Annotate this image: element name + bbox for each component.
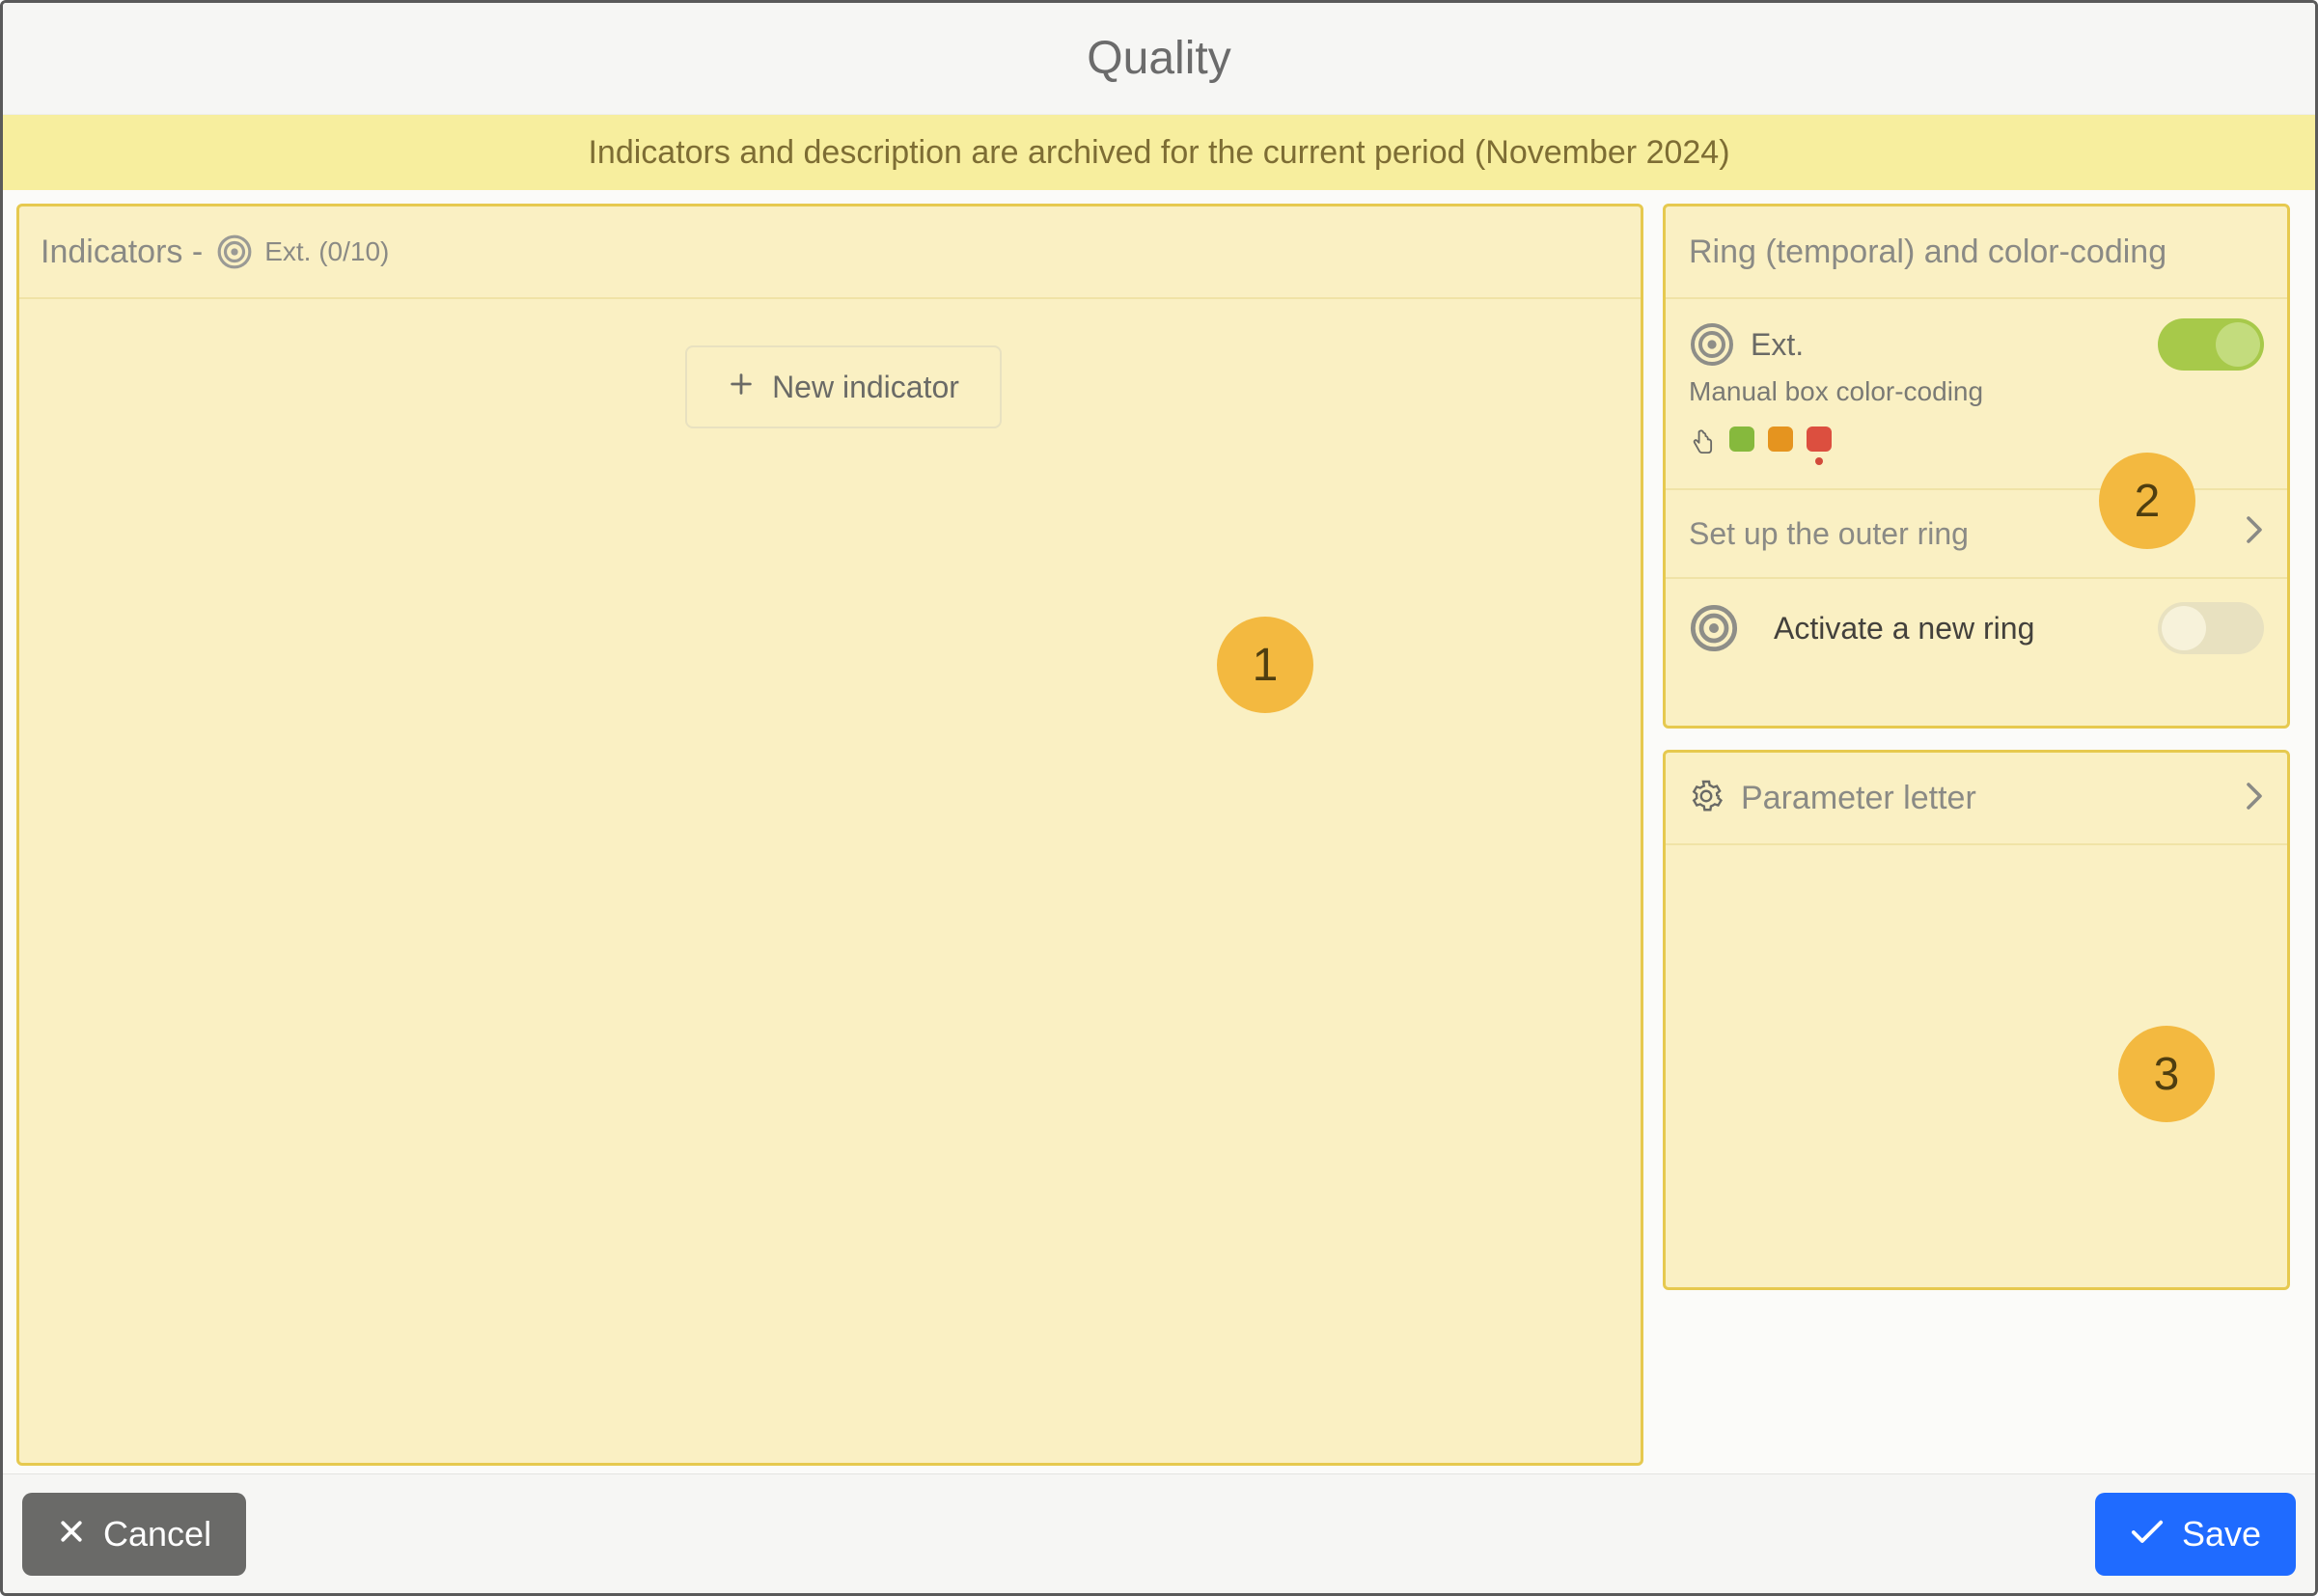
window-titlebar: Quality (3, 3, 2315, 115)
toggle-knob (2162, 606, 2206, 650)
callout-badge-2: 2 (2099, 453, 2195, 549)
archive-banner: Indicators and description are archived … (3, 115, 2315, 190)
ext-row-left: Ext. (1689, 321, 1804, 368)
new-indicator-label: New indicator (772, 370, 959, 405)
swatch-dot-selected (1815, 457, 1823, 465)
toggle-knob (2216, 322, 2260, 367)
indicators-panel: Indicators - Ext. (0/10) New indicator (16, 204, 1643, 1466)
callout-label: 1 (1253, 639, 1279, 692)
cancel-button[interactable]: Cancel (22, 1493, 246, 1576)
swatch-red (1807, 427, 1832, 452)
save-button[interactable]: Save (2095, 1493, 2296, 1576)
ring-panel: Ring (temporal) and color-coding Ext. Ma… (1663, 204, 2290, 729)
callout-badge-1: 1 (1217, 617, 1313, 713)
swatch-green (1729, 427, 1754, 452)
chevron-right-icon (2245, 782, 2264, 815)
archive-banner-text: Indicators and description are archived … (588, 134, 1729, 172)
new-indicator-button[interactable]: New indicator (685, 345, 1002, 428)
ring-panel-title: Ring (temporal) and color-coding (1689, 234, 2166, 271)
content-area: Indicators - Ext. (0/10) New indicator R… (3, 190, 2315, 1473)
swatch-red-wrap[interactable] (1807, 427, 1832, 465)
activate-ring-label: Activate a new ring (1774, 611, 2034, 647)
callout-label: 3 (2154, 1048, 2180, 1101)
manual-color-label: Manual box color-coding (1666, 372, 2287, 417)
footer-bar: Cancel Save (3, 1473, 2315, 1593)
indicators-ext-group: Ext. (0/10) (216, 234, 389, 270)
ext-row-label: Ext. (1751, 327, 1804, 363)
parameter-letter-panel: Parameter letter (1663, 750, 2290, 1290)
indicators-ext-label: Ext. (0/10) (264, 236, 389, 267)
color-swatch-row (1666, 417, 2287, 488)
ring-icon (1689, 321, 1735, 368)
activate-ring-row: Activate a new ring (1666, 579, 2287, 677)
plus-icon (728, 370, 755, 405)
ring-icon (1689, 603, 1739, 653)
callout-badge-3: 3 (2118, 1026, 2215, 1122)
save-label: Save (2182, 1514, 2261, 1555)
chevron-right-icon (2245, 515, 2264, 552)
swatch-orange (1768, 427, 1793, 452)
indicators-panel-header: Indicators - Ext. (0/10) (19, 206, 1641, 299)
hand-pointer-icon (1689, 428, 1716, 464)
close-icon (57, 1514, 86, 1555)
parameter-letter-header-left: Parameter letter (1689, 779, 1976, 818)
gear-icon (1689, 779, 1724, 818)
app-frame: Quality Indicators and description are a… (0, 0, 2318, 1596)
check-icon (2130, 1514, 2165, 1555)
activate-ring-left: Activate a new ring (1689, 603, 2034, 653)
window-title: Quality (1087, 32, 1230, 85)
swatch-green-wrap[interactable] (1729, 427, 1754, 465)
activate-ring-toggle[interactable] (2158, 602, 2264, 654)
indicators-title: Indicators - (41, 234, 203, 271)
ring-icon (216, 234, 253, 270)
setup-outer-ring-label: Set up the outer ring (1689, 516, 1969, 552)
swatch-orange-wrap[interactable] (1768, 427, 1793, 465)
parameter-letter-header[interactable]: Parameter letter (1666, 753, 2287, 845)
ext-row: Ext. (1666, 299, 2287, 372)
callout-label: 2 (2135, 475, 2161, 528)
ring-panel-header: Ring (temporal) and color-coding (1666, 206, 2287, 299)
cancel-label: Cancel (103, 1514, 211, 1555)
ext-toggle[interactable] (2158, 318, 2264, 371)
parameter-letter-label: Parameter letter (1741, 780, 1976, 817)
